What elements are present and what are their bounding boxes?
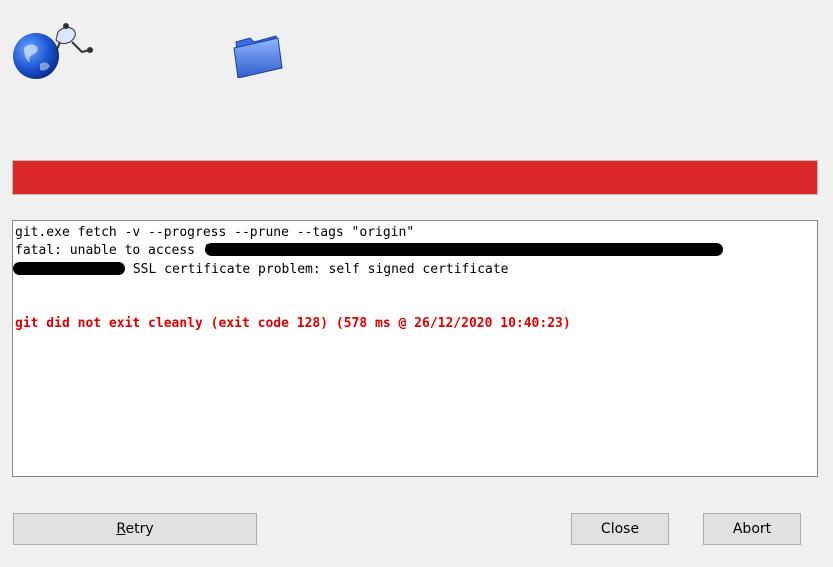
close-button[interactable]: Close: [571, 513, 669, 545]
log-line-empty: [15, 279, 815, 297]
log-line-command: git.exe fetch -v --progress --prune --ta…: [15, 225, 415, 240]
fatal-text: fatal: unable to access ': [15, 243, 211, 259]
ssl-message: SSL certificate problem: self signed cer…: [132, 261, 509, 277]
globe-icon: [13, 23, 93, 79]
header-icons: [0, 0, 833, 110]
output-log: git.exe fetch -v --progress --prune --ta…: [12, 220, 818, 477]
log-line-ssl: SSL certificate problem: self signed cer…: [13, 261, 815, 279]
retry-button[interactable]: Retry: [13, 513, 257, 545]
folder-icon: [233, 35, 283, 78]
progress-bar: [12, 160, 818, 195]
abort-button[interactable]: Abort: [703, 513, 801, 545]
redacted-url-tail: [13, 261, 125, 275]
log-line-error: git did not exit cleanly (exit code 128)…: [15, 316, 571, 332]
log-line-empty: [15, 297, 815, 315]
redacted-url: [204, 243, 723, 257]
log-line-fatal: fatal: unable to access ': [15, 242, 815, 260]
retry-label: etry: [125, 521, 154, 537]
